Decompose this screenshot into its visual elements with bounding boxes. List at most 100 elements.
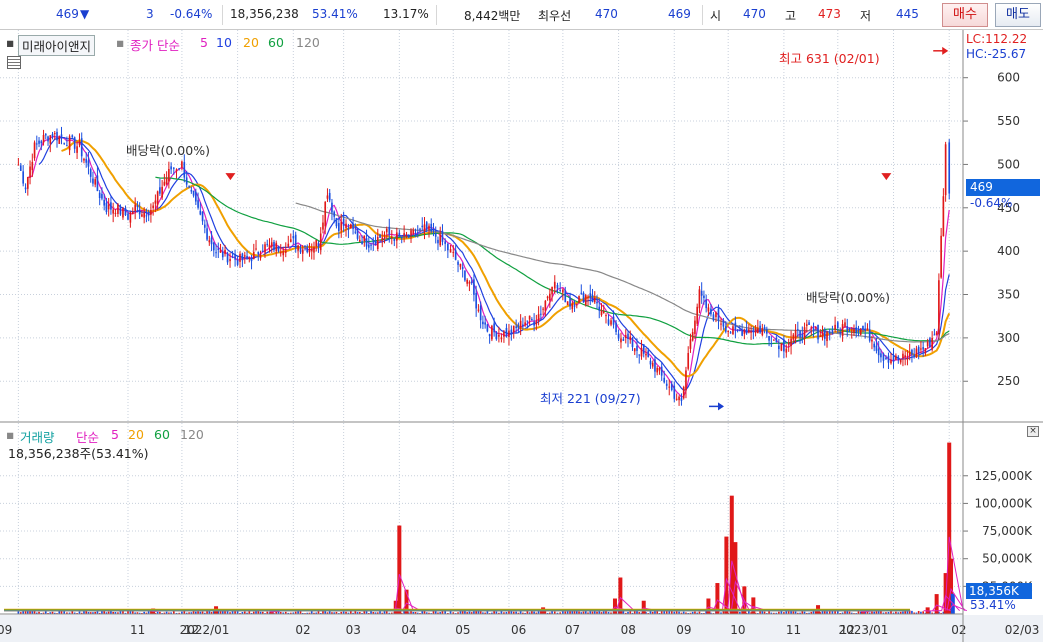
candle-body: [780, 343, 783, 351]
candle-body: [385, 228, 388, 233]
candle-body: [617, 333, 620, 339]
divider: [222, 5, 223, 25]
candle-body: [374, 241, 377, 245]
candle-body: [670, 383, 673, 390]
candle-body: [188, 186, 190, 188]
candle-body: [871, 339, 873, 342]
legend-square-icon: ▪: [116, 35, 125, 50]
candle-body: [190, 189, 193, 192]
stock-chart[interactable]: 25030035040045050055060025,000K50,000K75…: [0, 30, 1043, 642]
volume-spike-bar: [612, 598, 617, 614]
candle-body: [358, 239, 361, 242]
ma20-legend: 20: [243, 35, 259, 50]
candle-body: [752, 330, 755, 333]
candle-body: [540, 313, 542, 315]
candle-body: [459, 263, 462, 267]
candle-body: [535, 321, 538, 325]
candle-body: [301, 249, 304, 254]
candle-body: [564, 290, 567, 303]
candle-body: [231, 256, 234, 258]
candle-body: [580, 292, 583, 294]
candle-body: [817, 324, 819, 340]
candle-body: [703, 295, 705, 299]
ma60-legend: 60: [268, 35, 284, 50]
candle-body: [522, 324, 524, 327]
candle-body: [748, 329, 750, 333]
candle-body: [208, 240, 211, 243]
candle-body: [647, 350, 650, 358]
candle-body: [944, 144, 947, 196]
chart-settings-icon[interactable]: ▪: [6, 35, 14, 50]
candle-body: [796, 329, 799, 331]
candle-body: [416, 232, 419, 234]
time-tick-label: 2021/09: [0, 623, 12, 637]
candle-body: [761, 328, 764, 336]
candle-body: [299, 247, 302, 253]
volume-spike-bar: [641, 600, 646, 614]
candle-body: [470, 281, 473, 284]
candle-body: [58, 136, 61, 144]
dividend-label-2: 배당락(0.00%): [806, 290, 890, 305]
candle-body: [885, 357, 887, 360]
candle-body: [503, 331, 505, 337]
candle-body: [76, 146, 78, 153]
sell-button[interactable]: 매도: [995, 3, 1041, 27]
candle-body: [24, 187, 27, 190]
divider: [436, 5, 437, 25]
candle-body: [727, 331, 730, 333]
candle-body: [808, 322, 810, 325]
candle-body: [178, 167, 181, 169]
candle-body: [268, 244, 271, 249]
time-tick-label: 02/03: [1005, 623, 1040, 637]
candle-body: [598, 306, 601, 311]
candle-body: [439, 234, 442, 246]
candle-body: [741, 330, 743, 336]
ma-legend-prefix: 종가 단순: [130, 38, 180, 53]
volume-spike-bar: [724, 536, 729, 614]
candle-body: [803, 327, 806, 339]
close-icon[interactable]: ×: [1027, 426, 1039, 437]
volume-info: 18,356,238주(53.41%): [8, 446, 149, 461]
candle-body: [821, 332, 824, 338]
candle-body: [602, 311, 605, 314]
candle-body: [549, 293, 551, 301]
candle-body: [136, 205, 139, 208]
candle-body: [29, 166, 31, 178]
candle-body: [734, 322, 737, 330]
candle-body: [19, 165, 22, 171]
candle-body: [828, 331, 831, 335]
candle-body: [197, 200, 199, 208]
candle-body: [615, 322, 617, 333]
candle-body: [801, 334, 804, 339]
candle-body: [138, 210, 141, 215]
stock-name[interactable]: 미래아이앤지: [18, 35, 96, 56]
candle-body: [566, 301, 569, 305]
candle-body: [83, 158, 85, 161]
candle-body: [457, 261, 459, 265]
low-annotation: 최저 221 (09/27): [540, 391, 641, 406]
candle-body: [533, 321, 535, 326]
candle-body: [273, 241, 275, 251]
last-volume-pct: 53.41%: [970, 598, 1016, 612]
vol-ma20-legend: 20: [128, 427, 144, 442]
volume-spike-bar: [751, 597, 756, 614]
candle-body: [310, 249, 313, 252]
candle-body: [372, 240, 375, 243]
candle-body: [131, 211, 134, 214]
volume-ratio: 53.41%: [312, 7, 358, 21]
candle-body: [122, 208, 124, 218]
volume-tick-label: 50,000K: [982, 552, 1033, 566]
candle-body: [292, 236, 295, 239]
candle-body: [931, 337, 933, 350]
candle-body: [515, 326, 517, 328]
table-icon[interactable]: [7, 56, 21, 69]
candle-body: [407, 235, 410, 238]
candle-body: [831, 329, 834, 334]
candle-body: [846, 326, 849, 332]
candle-body: [482, 321, 484, 325]
candle-body: [129, 212, 132, 223]
buy-button[interactable]: 매수: [942, 3, 988, 27]
candle-body: [444, 241, 446, 244]
candle-body: [868, 329, 871, 341]
candle-body: [823, 330, 826, 339]
